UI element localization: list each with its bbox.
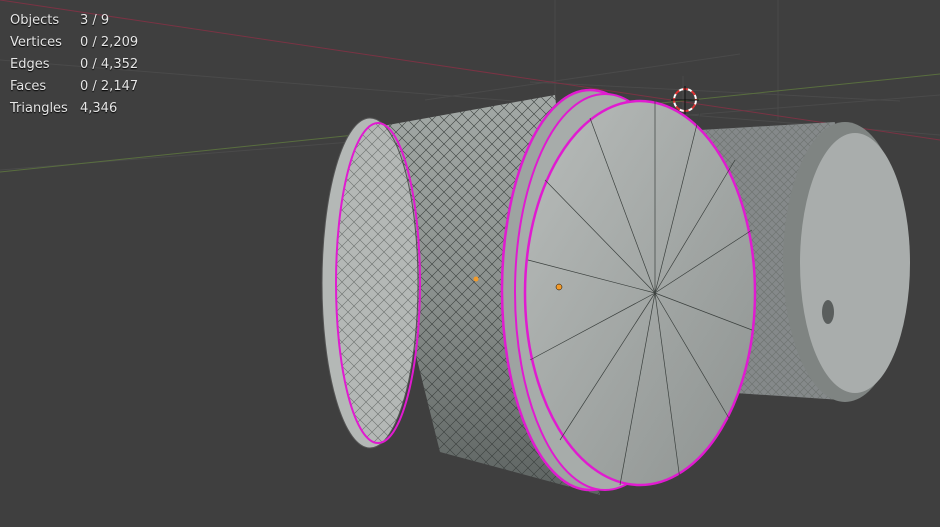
stat-value: 3 / 9 xyxy=(80,13,110,28)
stat-value: 4,346 xyxy=(80,101,118,116)
stats-row-objects: Objects 3 / 9 xyxy=(10,10,138,32)
front-cylinder-cap xyxy=(523,99,757,487)
stats-row-faces: Faces 0 / 2,147 xyxy=(10,76,138,98)
3d-viewport[interactable]: Objects 3 / 9 Vertices 0 / 2,209 Edges 0… xyxy=(0,0,940,527)
viewport-scene[interactable] xyxy=(0,0,940,527)
origin-dot xyxy=(555,283,563,291)
stats-row-triangles: Triangles 4,346 xyxy=(10,98,138,120)
front-cylinder[interactable] xyxy=(321,88,757,495)
stat-label: Faces xyxy=(10,79,47,94)
stat-label: Edges xyxy=(10,57,50,72)
scene-statistics-overlay: Objects 3 / 9 Vertices 0 / 2,209 Edges 0… xyxy=(10,10,138,120)
stat-value: 0 / 2,209 xyxy=(80,35,139,50)
stat-value: 0 / 4,352 xyxy=(80,57,139,72)
back-cylinder-cap xyxy=(800,133,910,393)
stat-label: Vertices xyxy=(10,35,62,50)
origin-dot-secondary xyxy=(473,276,479,282)
back-cylinder-hole xyxy=(822,300,834,324)
stat-label: Triangles xyxy=(10,101,68,116)
stats-row-vertices: Vertices 0 / 2,209 xyxy=(10,32,138,54)
stat-label: Objects xyxy=(10,13,60,28)
stat-value: 0 / 2,147 xyxy=(80,79,139,94)
stats-row-edges: Edges 0 / 4,352 xyxy=(10,54,138,76)
